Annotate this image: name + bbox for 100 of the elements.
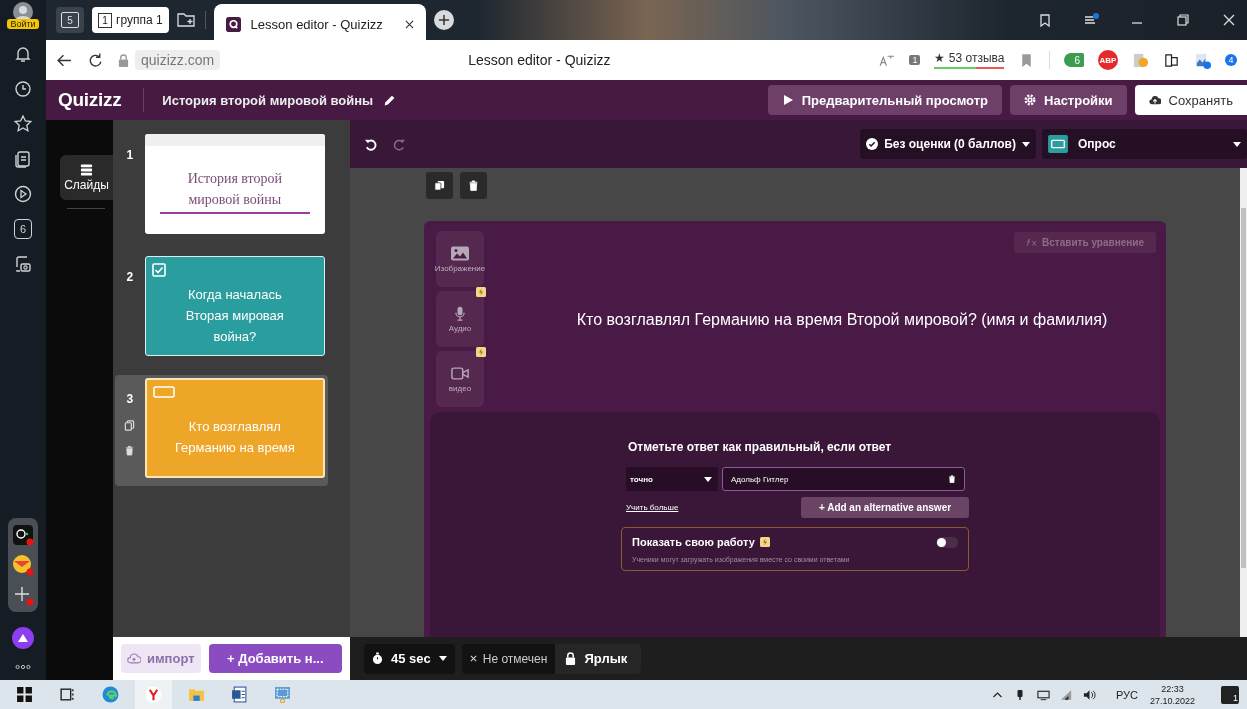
lock-icon <box>118 53 129 67</box>
notifications-badge[interactable]: 1 <box>1221 685 1239 704</box>
slide-number: 2 <box>126 270 134 284</box>
reload-icon[interactable] <box>87 51 104 69</box>
pencil-icon[interactable] <box>383 93 397 107</box>
new-tab-icon[interactable] <box>433 10 454 30</box>
video-camera-icon <box>451 365 469 381</box>
text-field-icon <box>1048 135 1068 153</box>
new-folder-icon[interactable] <box>176 12 197 28</box>
redo-icon[interactable] <box>393 137 406 151</box>
slide-row[interactable]: 2 Когда началась Вторая мировая война? <box>115 253 328 359</box>
lightning-badge-icon <box>759 537 770 547</box>
settings-icon <box>1024 94 1036 106</box>
assistant-icon[interactable] <box>12 627 34 649</box>
slide-thumbnail[interactable]: История второй мировой войны <box>144 134 325 234</box>
page-title: Lesson editor - Quizizz <box>468 52 611 68</box>
checkbox-icon <box>151 263 166 277</box>
star-icon[interactable] <box>13 114 33 134</box>
slides-tab[interactable]: Слайды <box>60 155 113 200</box>
question-text[interactable]: Кто возглавлял Германию на время Второй мировой? (имя и фамилия) <box>536 311 1108 329</box>
add-alternative-answer-button[interactable]: + Add an alternative answer <box>801 497 969 518</box>
extension-icon[interactable] <box>1163 51 1180 69</box>
preview-button[interactable]: Предварительный просмотр <box>767 85 1002 115</box>
close-icon <box>469 655 477 662</box>
copy-icon <box>434 180 445 191</box>
windows-start-icon[interactable] <box>16 686 33 703</box>
slide-number: 3 <box>126 392 134 406</box>
undo-icon[interactable] <box>364 137 377 151</box>
trash-icon[interactable] <box>948 475 956 483</box>
camera-app-icon[interactable] <box>12 524 34 546</box>
protect-shield-badge[interactable]: 1 <box>909 55 921 65</box>
slide-question-text: Когда началась Вторая мировая война? <box>184 285 285 346</box>
image-upload-button[interactable]: Изображение <box>436 231 484 287</box>
bell-icon[interactable] <box>13 44 33 64</box>
restore-icon[interactable] <box>1175 12 1191 28</box>
wifi-icon[interactable] <box>1059 688 1073 701</box>
slide-title-text: История второй мировой войны <box>159 168 310 214</box>
bookmarks-icon[interactable] <box>1037 12 1053 28</box>
settings-button[interactable]: Настройки <box>1010 85 1127 115</box>
collections-icon[interactable] <box>13 149 33 169</box>
toggle-switch[interactable] <box>936 536 958 548</box>
image-icon <box>451 245 469 261</box>
save-button[interactable]: Сохранять <box>1134 85 1247 115</box>
close-icon[interactable] <box>404 19 414 29</box>
task-view-icon[interactable] <box>59 686 76 703</box>
document-editor-icon[interactable] <box>231 686 248 703</box>
cloud-upload-icon <box>127 653 141 664</box>
learn-more-link[interactable]: Учить больше <box>626 503 679 512</box>
speaker-icon[interactable] <box>1082 688 1096 701</box>
history-clock-icon[interactable] <box>13 79 33 99</box>
more-icon[interactable] <box>14 664 32 670</box>
selected-slide-row[interactable]: 3 Кто возглавлял Германию на время <box>115 375 328 486</box>
lightning-badge-icon <box>476 347 486 357</box>
clock[interactable]: 22:33 27.10.2022 <box>1149 682 1195 707</box>
grading-dropdown[interactable]: Без оценки (0 баллов) <box>860 129 1036 159</box>
mail-app-icon[interactable] <box>12 554 34 576</box>
reviews-link[interactable]: ★ 53 отзыва <box>934 51 1005 69</box>
duplicate-button[interactable] <box>426 172 453 199</box>
yandex-browser-icon[interactable] <box>135 680 172 709</box>
login-badge[interactable]: Войти <box>7 19 39 29</box>
question-type-dropdown[interactable]: Опрос <box>1042 129 1247 159</box>
network-icon[interactable] <box>1036 688 1050 701</box>
scrollbar[interactable] <box>1240 168 1247 637</box>
quiz-title[interactable]: История второй мировой войны <box>162 92 374 108</box>
downloads-badge[interactable]: 4 <box>1225 54 1237 66</box>
counter-badge[interactable]: 6 <box>14 219 32 239</box>
plus-icon[interactable] <box>12 584 34 606</box>
close-icon[interactable] <box>1221 12 1237 28</box>
show-work-title: Показать свою работу <box>632 536 755 548</box>
screenshot-icon[interactable] <box>13 254 33 274</box>
function-icon <box>1026 238 1038 247</box>
adblock-extension[interactable]: ABP <box>1098 50 1118 70</box>
list-icon <box>80 163 93 176</box>
play-circle-icon[interactable] <box>13 184 33 204</box>
quizizz-logo[interactable]: Quizizz <box>58 89 122 111</box>
folder-icon[interactable] <box>188 686 205 703</box>
home-badge: 5 <box>61 12 79 28</box>
cloud-upload-icon <box>1148 94 1161 106</box>
caret-icon <box>1233 141 1241 147</box>
add-slide-button[interactable]: + Добавить н... <box>208 644 342 673</box>
copy-icon[interactable] <box>124 420 136 431</box>
tab-group[interactable]: 1 группа 1 <box>92 7 169 33</box>
timer-dropdown[interactable]: 45 sec <box>364 643 455 674</box>
check-circle-icon <box>866 138 879 150</box>
marking-button[interactable]: Не отмечен <box>461 651 556 666</box>
lightning-badge-icon <box>476 287 486 297</box>
delete-button[interactable] <box>460 172 487 199</box>
trash-icon <box>468 180 479 191</box>
caret-icon <box>1022 141 1030 147</box>
tag-button[interactable]: Ярлык <box>555 643 642 674</box>
language-indicator[interactable]: РУС <box>1115 688 1138 701</box>
edge-browser-icon[interactable] <box>102 686 119 703</box>
answer-input-field[interactable]: Адольф Гитлер <box>722 467 965 491</box>
image-extension-icon[interactable] <box>1194 51 1211 69</box>
caret-icon <box>704 476 712 482</box>
match-mode-dropdown[interactable]: точно <box>626 467 718 491</box>
home-tab[interactable]: 5 <box>56 7 84 33</box>
text-field-icon <box>152 386 175 398</box>
stopwatch-icon <box>372 652 383 665</box>
slide-row[interactable]: 1 История второй мировой войны <box>115 131 328 237</box>
